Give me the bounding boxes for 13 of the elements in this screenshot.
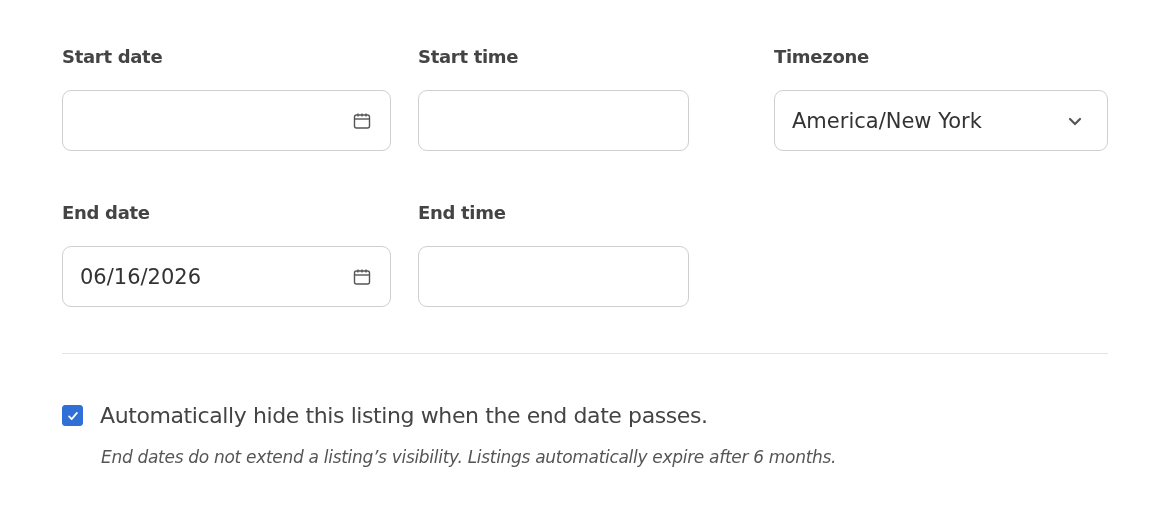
field-label: End time: [418, 201, 507, 225]
field-label: End date: [62, 201, 151, 225]
checkbox-label: Automatically hide this listing when the end date passes.: [100, 403, 708, 428]
field-label: Start date: [62, 45, 164, 69]
field-label: Start time: [418, 45, 520, 69]
timezone-dropdown[interactable]: America/New York: [774, 90, 1108, 151]
checkbox[interactable]: [62, 405, 83, 426]
date-field[interactable]: [62, 90, 391, 151]
time-field[interactable]: [418, 246, 689, 307]
date-field[interactable]: 06/16/2026: [62, 246, 391, 307]
field-label: Timezone: [774, 45, 870, 69]
hint-text: End dates do not extend a listing’s visibility. Listings automatically expire after 6 months.: [101, 447, 838, 467]
time-field[interactable]: [418, 90, 689, 151]
